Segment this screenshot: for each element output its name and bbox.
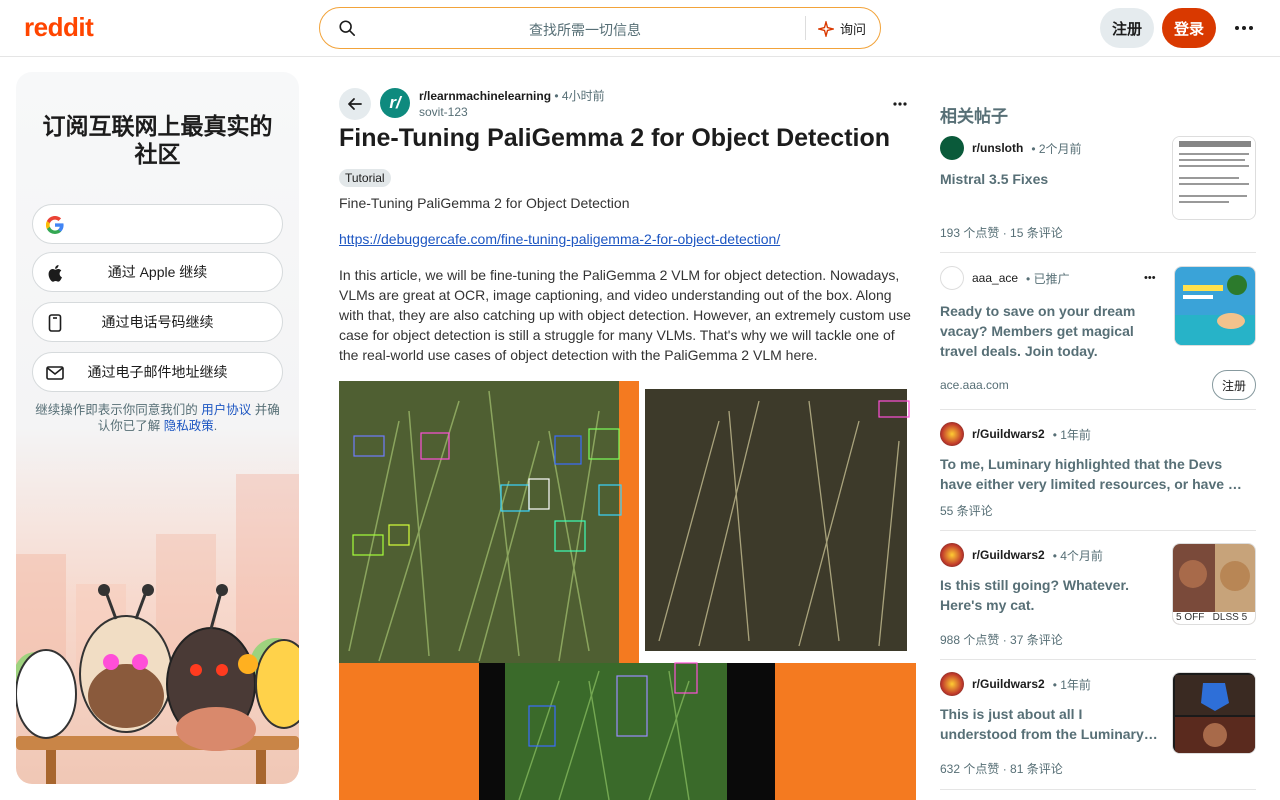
ad-thumbnail[interactable] [1174, 266, 1256, 346]
legal-notice: 继续操作即表示你同意我们的 用户协议 并确认你已了解 隐私政策. [35, 403, 280, 433]
subreddit-avatar [940, 543, 964, 567]
phone-signin-label: 通过电话号码继续 [101, 314, 214, 330]
email-signin-button[interactable]: 通过电子邮件地址继续 [32, 352, 283, 392]
phone-signin-button[interactable]: 通过电话号码继续 [32, 302, 283, 342]
apple-icon [45, 263, 65, 283]
post-flair[interactable]: Tutorial [339, 169, 391, 187]
subreddit-link[interactable]: r/learnmachinelearning [419, 89, 551, 103]
advertiser-name[interactable]: aaa_ace [972, 271, 1018, 285]
apple-signin-label: 通过 Apple 继续 [107, 264, 208, 280]
google-icon [45, 215, 65, 235]
related-stats: 988 个点赞 · 37 条评论 [940, 633, 1063, 647]
related-subreddit[interactable]: r/Guildwars2 [972, 427, 1045, 441]
post-subtitle: Fine-Tuning PaliGemma 2 for Object Detec… [339, 195, 630, 211]
thumbnail-caption: 5 OFF DLSS 5 [1176, 612, 1248, 623]
post-time: 4小时前 [561, 89, 605, 103]
related-title[interactable]: This is just about all I understood from… [940, 704, 1160, 744]
reddit-logo[interactable]: reddit [24, 12, 94, 43]
promoted-label: • 已推广 [1026, 271, 1070, 286]
related-subreddit[interactable]: r/unsloth [972, 141, 1023, 155]
top-header: reddit 查找所需一切信息 询问 注册 登录 [0, 0, 1280, 57]
related-thumbnail[interactable] [1172, 136, 1256, 220]
sparkle-icon [817, 20, 834, 37]
related-post[interactable]: r/unsloth • 2个月前 Mistral 3.5 Fixes 193 个… [940, 136, 1256, 246]
arrow-left-icon [348, 98, 362, 110]
related-time: • 1年前 [1052, 427, 1091, 442]
divider [940, 659, 1256, 660]
related-subreddit[interactable]: r/Guildwars2 [972, 677, 1045, 691]
post-meta: r/learnmachinelearning • 4小时前 sovit-123 [419, 89, 605, 120]
related-title[interactable]: Is this still going? Whatever. Here's my… [940, 575, 1150, 615]
email-signin-label: 通过电子邮件地址继续 [87, 364, 228, 380]
subreddit-avatar [940, 422, 964, 446]
back-button[interactable] [339, 88, 371, 120]
signup-card: 订阅互联网上最真实的社区 通过 Apple 继续 通过电话号码继续 通过电子邮件… [16, 72, 299, 784]
mascot-illustration [16, 474, 299, 784]
post-author[interactable]: sovit-123 [419, 104, 605, 120]
related-stats: 632 个点赞 · 81 条评论 [940, 762, 1063, 776]
post-more-icon[interactable] [888, 92, 912, 116]
subreddit-avatar [940, 136, 964, 160]
search-icon [339, 20, 356, 37]
related-title[interactable]: To me, Luminary highlighted that the Dev… [940, 454, 1250, 494]
privacy-policy-link[interactable]: 隐私政策 [164, 419, 214, 433]
related-post[interactable]: r/Guildwars2 • 4个月前 Is this still going?… [940, 543, 1256, 647]
related-stats: 193 个点赞 · 15 条评论 [940, 226, 1063, 240]
related-subreddit[interactable]: r/Guildwars2 [972, 548, 1045, 562]
post-title: Fine-Tuning PaliGemma 2 for Object Detec… [339, 124, 891, 152]
promoted-post[interactable]: aaa_ace • 已推广 ••• Ready to save on your … [940, 266, 1256, 402]
subreddit-avatar[interactable]: r/ [380, 88, 410, 118]
related-thumbnail[interactable]: 5 OFF DLSS 5 [1172, 543, 1256, 625]
search-input[interactable]: 查找所需一切信息 [370, 20, 800, 40]
related-posts-heading: 相关帖子 [940, 107, 1008, 126]
apple-signin-button[interactable]: 通过 Apple 继续 [32, 252, 283, 292]
search-divider [805, 16, 806, 40]
related-time: • 1年前 [1052, 677, 1091, 692]
login-button[interactable]: 登录 [1162, 8, 1216, 48]
related-post[interactable]: r/Guildwars2 • 1年前 To me, Luminary highl… [940, 422, 1256, 522]
ad-domain[interactable]: ace.aaa.com [940, 378, 1009, 392]
post-body: In this article, we will be fine-tuning … [339, 267, 911, 363]
ad-signup-button[interactable]: 注册 [1212, 370, 1256, 400]
related-thumbnail[interactable] [1172, 672, 1256, 754]
post-external-link[interactable]: https://debuggercafe.com/fine-tuning-pal… [339, 230, 780, 248]
mail-icon [45, 363, 65, 383]
related-time: • 2个月前 [1031, 141, 1082, 156]
ask-button[interactable]: 询问 [817, 19, 866, 38]
related-stats: 55 条评论 [940, 504, 993, 518]
post-image[interactable] [339, 381, 916, 800]
signup-card-title: 订阅互联网上最真实的社区 [42, 113, 273, 167]
ask-label: 询问 [839, 22, 866, 37]
divider [940, 530, 1256, 531]
user-agreement-link[interactable]: 用户协议 [201, 403, 251, 417]
search-bar[interactable]: 查找所需一切信息 询问 [319, 7, 881, 49]
signup-button[interactable]: 注册 [1100, 8, 1154, 48]
google-signin-button[interactable] [32, 204, 283, 244]
ad-more-icon[interactable]: ••• [1144, 272, 1164, 286]
divider [940, 252, 1256, 253]
related-post[interactable]: r/Guildwars2 • 1年前 This is just about al… [940, 672, 1256, 782]
related-title[interactable]: Mistral 3.5 Fixes [940, 169, 1160, 189]
divider [940, 409, 1256, 410]
aaa-logo-icon [940, 266, 964, 290]
ad-title[interactable]: Ready to save on your dream vacay? Membe… [940, 301, 1162, 361]
divider [940, 789, 1256, 790]
phone-icon [45, 313, 65, 333]
more-options-icon[interactable] [1230, 14, 1258, 42]
subreddit-avatar [940, 672, 964, 696]
related-time: • 4个月前 [1052, 548, 1103, 563]
